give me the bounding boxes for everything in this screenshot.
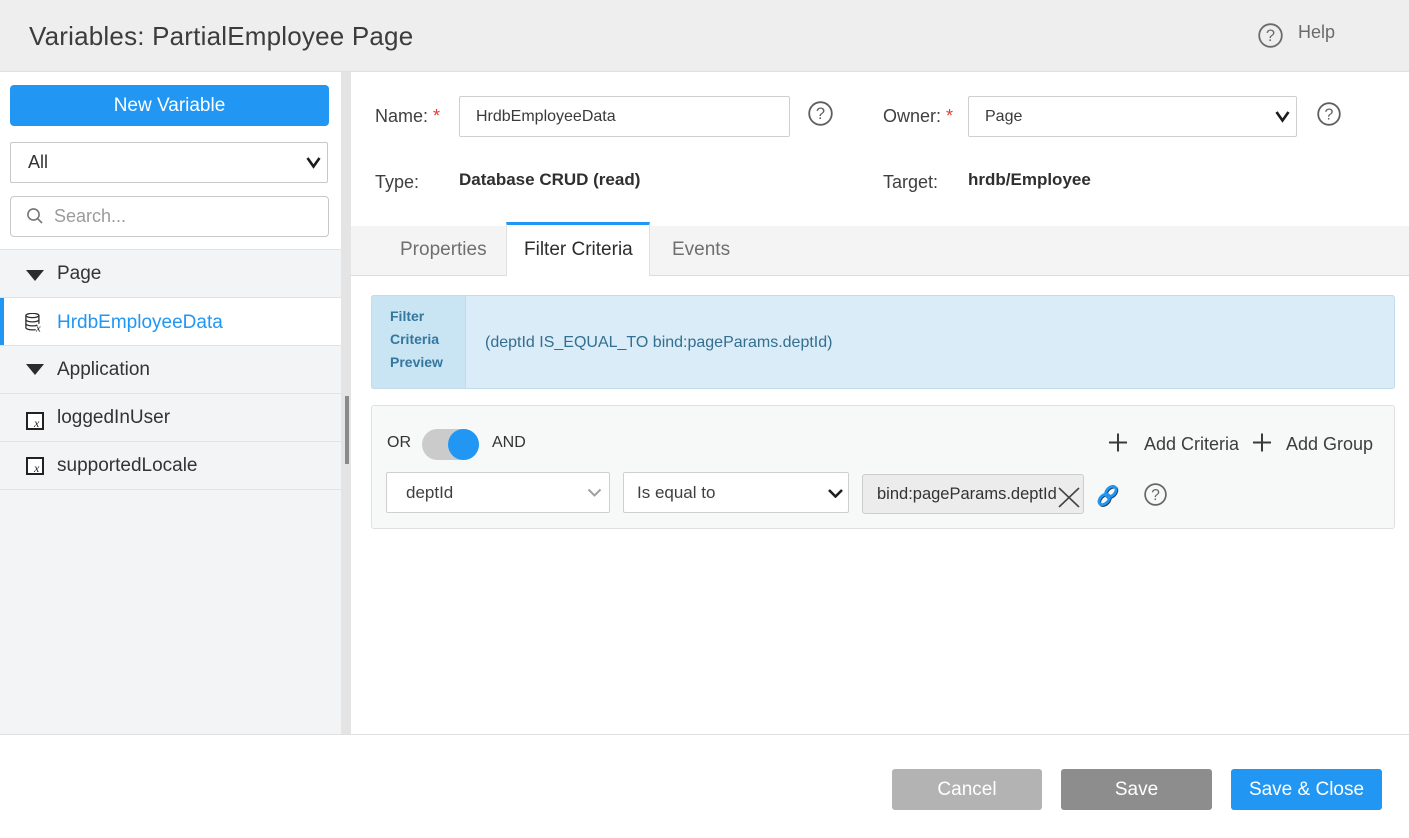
svg-text:x: x <box>35 324 41 333</box>
svg-text:x: x <box>33 461 40 475</box>
svg-text:x: x <box>33 416 40 430</box>
svg-text:?: ? <box>1151 487 1160 504</box>
svg-text:?: ? <box>1266 27 1275 45</box>
svg-text:?: ? <box>816 105 825 123</box>
svg-text:?: ? <box>1325 107 1334 124</box>
